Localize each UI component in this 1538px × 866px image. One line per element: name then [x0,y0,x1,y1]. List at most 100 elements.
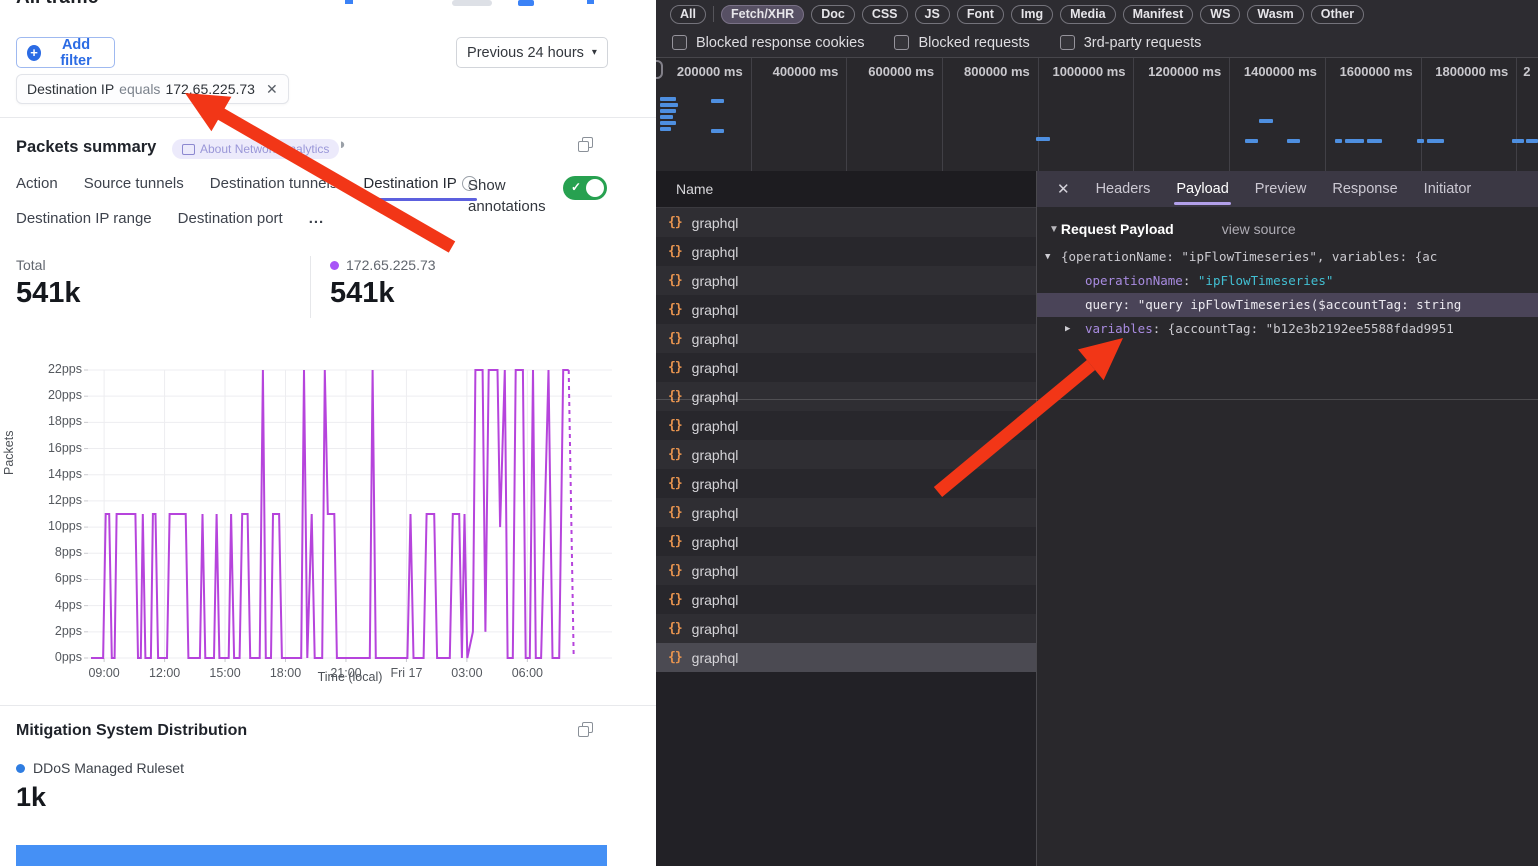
tab-label: Source tunnels [84,175,184,192]
request-row[interactable]: {}graphql [656,411,1036,440]
stat-total: Total 541k [16,257,81,310]
filter-pill-font[interactable]: Font [957,5,1004,24]
request-row[interactable]: {}graphql [656,295,1036,324]
divider [713,6,714,22]
checkbox--rd-party-requests[interactable]: 3rd-party requests [1060,35,1202,51]
name-column-header[interactable]: Name [656,171,1036,208]
detail-tab-headers[interactable]: Headers [1096,171,1151,207]
time-range-dropdown[interactable]: Previous 24 hours ▾ [456,37,608,68]
chevron-down-icon: ▾ [592,47,597,58]
request-row[interactable]: {}graphql [656,208,1036,237]
filter-pill-manifest[interactable]: Manifest [1123,5,1194,24]
tab-destination-tunnels[interactable]: Destination tunnels [210,175,338,192]
timeline-tick-label: 1800000 ms [1435,64,1508,79]
close-icon[interactable]: ✕ [1057,180,1070,198]
expand-panel-icon[interactable] [578,137,592,151]
tab-action[interactable]: Action [16,175,58,192]
mitigation-legend: DDoS Managed Ruleset [16,760,184,776]
filter-pill-doc[interactable]: Doc [811,5,855,24]
payload-line[interactable]: query: "query ipFlowTimeseries($accountT… [1037,293,1538,317]
filter-pill-css[interactable]: CSS [862,5,908,24]
y-tick-label: 10pps [36,519,82,533]
tab-label: Action [16,175,58,192]
tab-destination-port[interactable]: Destination port [178,210,283,227]
y-tick-label: 22pps [36,362,82,376]
detail-tab-initiator[interactable]: Initiator [1424,171,1472,207]
packets-summary-title: Packets summary [16,138,156,157]
request-name: graphql [692,360,739,376]
collapse-triangle-icon[interactable]: ▼ [1049,224,1059,235]
payload-segment-string: "ipFlowTimeseries" [1198,273,1333,288]
divider [0,117,656,118]
waterfall-mark [1287,139,1300,143]
request-row[interactable]: {}graphql [656,382,1036,411]
tab-destination-ip-range[interactable]: Destination IP range [16,210,152,227]
request-row[interactable]: {}graphql [656,585,1036,614]
checkbox-blocked-requests[interactable]: Blocked requests [894,35,1029,51]
json-request-icon: {} [668,273,682,288]
payload-line[interactable]: ▶variables: {accountTag: "b12e3b2192ee55… [1037,317,1538,341]
about-network-analytics-badge[interactable]: About Network Analytics [172,139,339,159]
request-row[interactable]: {}graphql [656,469,1036,498]
detail-tab-preview[interactable]: Preview [1255,171,1307,207]
request-row[interactable]: {}graphql [656,266,1036,295]
filter-pill-wasm[interactable]: Wasm [1247,5,1303,24]
plus-icon: + [27,45,41,61]
request-name: graphql [692,331,739,347]
filter-pill-media[interactable]: Media [1060,5,1115,24]
filter-pill-fetch-xhr[interactable]: Fetch/XHR [721,5,804,24]
request-row[interactable]: {}graphql [656,527,1036,556]
request-row[interactable]: {}graphql [656,498,1036,527]
filter-pill-other[interactable]: Other [1311,5,1364,24]
requests-list: {}graphql{}graphql{}graphql{}graphql{}gr… [656,208,1036,672]
request-row[interactable]: {}graphql [656,237,1036,266]
waterfall-mark [660,97,676,101]
disclosure-triangle-icon[interactable]: ▼ [1045,245,1050,269]
payload-segment-plain: : "query ipFlowTimeseries($accountTag: s… [1123,297,1462,312]
request-row[interactable]: {}graphql [656,353,1036,382]
remove-filter-icon[interactable]: ✕ [266,81,278,98]
disclosure-triangle-icon[interactable]: ▶ [1065,317,1070,341]
waterfall-mark [660,121,676,125]
payload-line[interactable]: operationName: "ipFlowTimeseries" [1037,269,1538,293]
checkbox-box [894,35,909,50]
tab-destination-ip[interactable]: Destination IPi [363,175,476,192]
tab-source-tunnels[interactable]: Source tunnels [84,175,184,192]
filter-pill-js[interactable]: JS [915,5,950,24]
detail-tab-payload[interactable]: Payload [1176,171,1228,207]
filter-pill-img[interactable]: Img [1011,5,1053,24]
devtools-network-panel: All Fetch/XHR Doc CSS JS Font Img Media Manifest… [656,0,1538,866]
filter-pill-all[interactable]: All [670,5,706,24]
series-line-dashed [569,370,574,658]
json-request-icon: {} [668,563,682,578]
payload-line[interactable]: ▼{operationName: "ipFlowTimeseries", var… [1037,245,1538,269]
filter-pill-ws[interactable]: WS [1200,5,1240,24]
detail-tab-response[interactable]: Response [1332,171,1397,207]
timeline-tick-label: 1000000 ms [1052,64,1125,79]
tab-label: Destination tunnels [210,175,338,192]
timeline-tick-label: 1200000 ms [1148,64,1221,79]
request-name: graphql [692,389,739,405]
expand-panel-icon[interactable] [578,722,592,736]
network-overview-timeline[interactable]: 200000 ms400000 ms600000 ms800000 ms1000… [656,58,1538,172]
timeline-cell: 600000 ms [847,58,943,171]
request-row[interactable]: {}graphql [656,324,1036,353]
waterfall-mark [1417,139,1424,143]
request-row[interactable]: {}graphql [656,440,1036,469]
request-row[interactable]: {} graphql [656,556,1036,585]
show-annotations-toggle[interactable]: ✓ [563,176,607,200]
checkbox-blocked-response-cookies[interactable]: Blocked response cookies [672,35,864,51]
add-filter-button[interactable]: + Add filter [16,37,115,68]
json-request-icon: {} [668,650,682,665]
timeline-tick-label: 1600000 ms [1340,64,1413,79]
request-name: graphql [692,563,739,579]
more-tabs-icon[interactable]: ... [309,210,325,227]
request-row[interactable]: {}graphql [656,614,1036,643]
legend-dot [16,764,25,773]
resource-type-filter-bar: All Fetch/XHR Doc CSS JS Font Img Media Manifest… [656,0,1538,28]
request-row[interactable]: {}graphql [656,643,1036,672]
request-name: graphql [692,447,739,463]
view-source-link[interactable]: view source [1222,221,1296,237]
y-tick-label: 16pps [36,441,82,455]
mitigation-bar [16,845,607,866]
